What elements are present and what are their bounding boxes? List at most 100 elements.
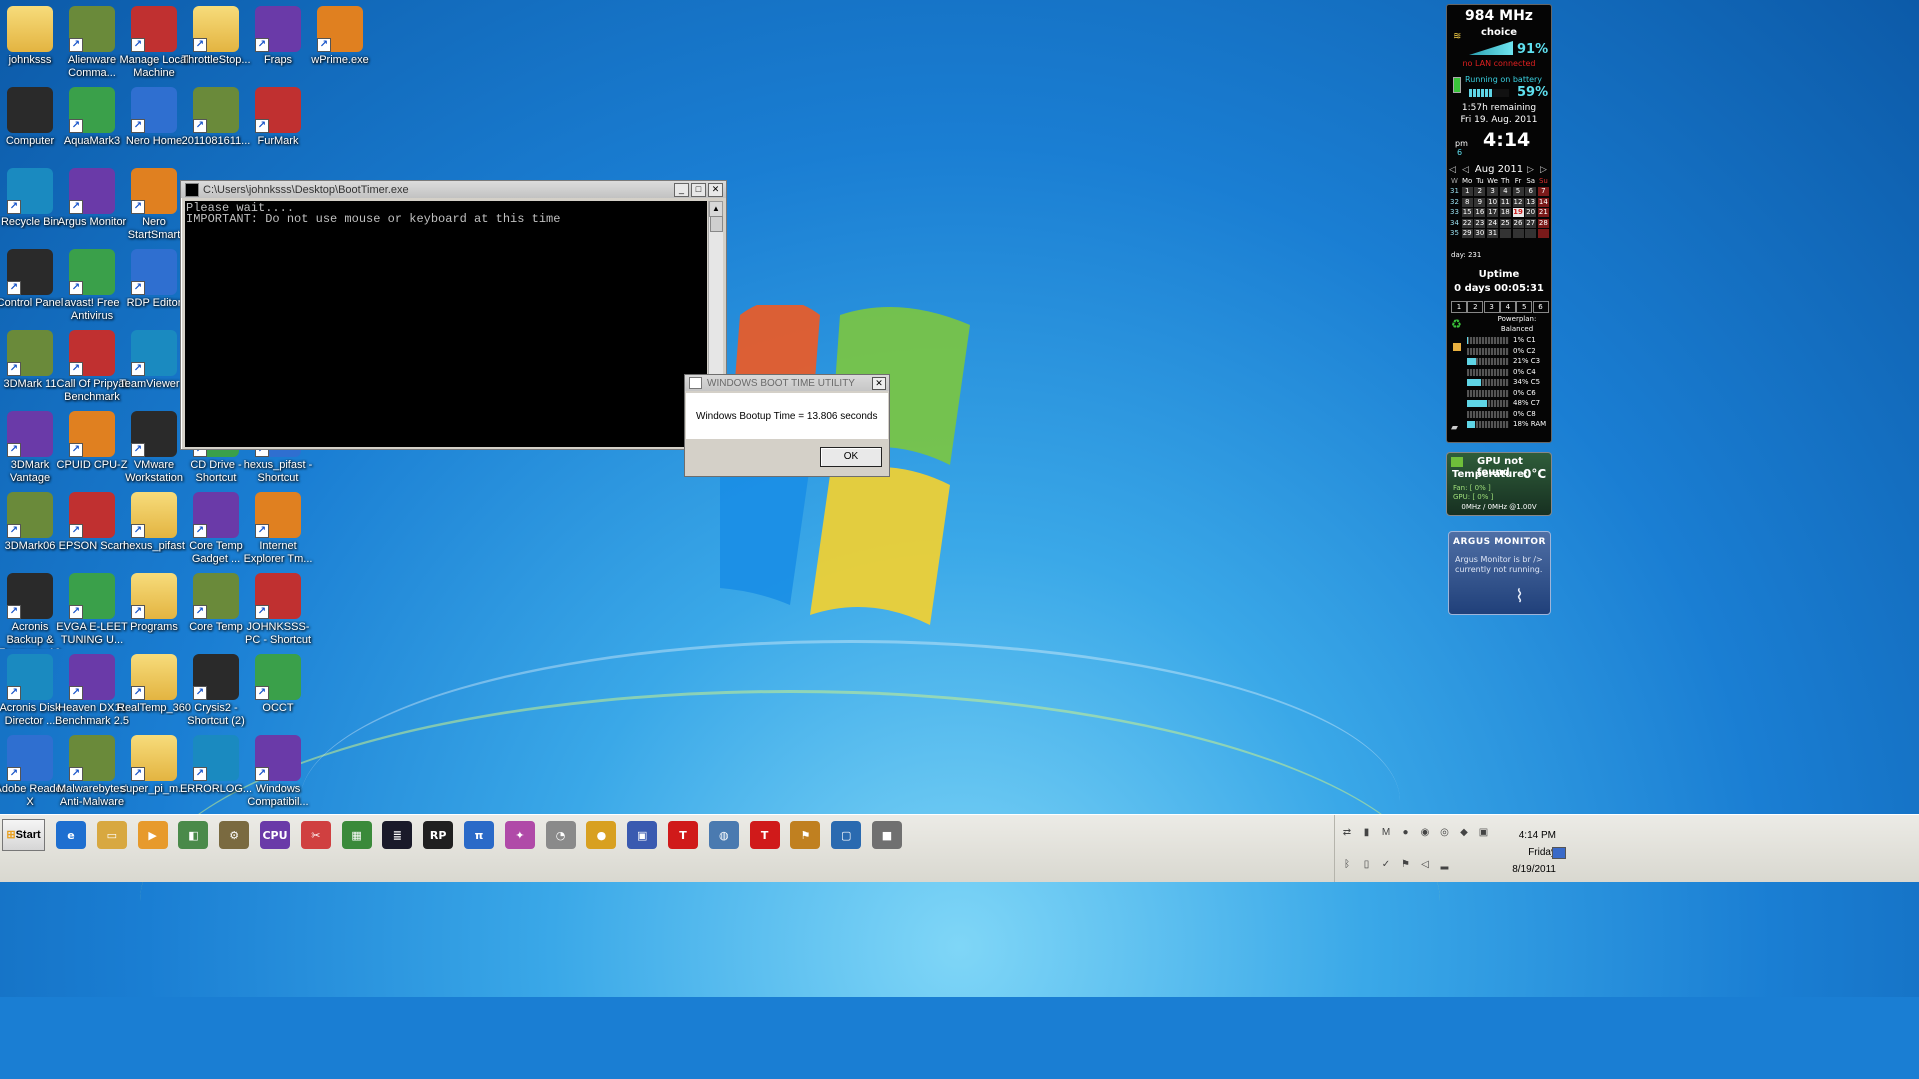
core-tab[interactable]: 4 <box>1499 301 1516 313</box>
adobe-reader-icon <box>7 735 53 781</box>
gpu-temp-label: Temperature: <box>1452 469 1528 480</box>
calendar-day <box>1512 229 1524 238</box>
gpu-tray-icon[interactable]: ◆ <box>1458 827 1470 839</box>
desktop-icon-network-computer[interactable]: JOHNKSSS-PC - Shortcut <box>240 569 316 647</box>
desktop-icon-furmark[interactable]: FurMark <box>240 83 316 148</box>
uptime-value: 0 days 00:05:31 <box>1454 283 1544 294</box>
calendar-weekday-header: We <box>1487 177 1498 185</box>
network-adapter-icon[interactable]: ⇄ <box>1341 827 1353 839</box>
checkmark-icon[interactable]: ✓ <box>1380 859 1392 871</box>
removable-device-icon[interactable]: ▯ <box>1361 859 1373 871</box>
nvidia-icon <box>1451 457 1463 467</box>
spreadsheet-icon[interactable]: ▦ <box>341 821 372 849</box>
internet-explorer-icon[interactable]: e <box>56 821 86 849</box>
calendar-weekday-header: W <box>1451 177 1458 185</box>
throttlestop-icon[interactable]: T <box>668 821 698 849</box>
battery-monitor-icon[interactable]: ▮ <box>1361 827 1373 839</box>
core-usage-label: 0% C8 <box>1513 409 1536 418</box>
argus-tray-icon[interactable]: ◎ <box>1439 827 1451 839</box>
super-pi-icon[interactable]: π <box>464 821 494 849</box>
console-output[interactable]: Please wait.... IMPORTANT: Do not use mou… <box>185 201 707 447</box>
bluetooth-icon[interactable]: ᛒ <box>1341 859 1353 871</box>
tools-icon[interactable]: ⚙ <box>219 821 250 849</box>
core-tab[interactable]: 1 <box>1451 301 1467 313</box>
calendar-next-month[interactable]: ▷ <box>1527 165 1534 175</box>
scroll-up-button[interactable]: ▲ <box>709 201 723 217</box>
chrome-icon[interactable]: ● <box>586 821 617 849</box>
ok-button[interactable]: OK <box>820 447 882 467</box>
maximize-button[interactable]: □ <box>691 183 706 197</box>
core-tab[interactable]: 6 <box>1532 301 1549 313</box>
powerplan-value: Balanced <box>1500 325 1534 333</box>
system-tool-icon[interactable]: ⚑ <box>790 821 821 849</box>
calendar-day: 20 <box>1525 208 1537 217</box>
folder-icon <box>131 492 177 538</box>
text-file-icon <box>193 735 239 781</box>
core-usage-label: 0% C6 <box>1513 388 1536 397</box>
battery-icon <box>1453 77 1461 93</box>
3dmark-vantage-icon <box>7 411 53 457</box>
start-button[interactable]: ⊞Start <box>2 819 45 851</box>
calendar-day: 29 <box>1461 229 1473 238</box>
current-time: 4:14 <box>1483 129 1531 151</box>
snipping-tool-icon[interactable]: ✂ <box>300 821 331 849</box>
core-tab[interactable]: 5 <box>1516 301 1533 313</box>
calendar-day: 28 <box>1537 218 1549 228</box>
core-tab[interactable]: 3 <box>1483 301 1500 313</box>
dialog-close-button[interactable]: ✕ <box>872 377 886 390</box>
calendar-day: 18 <box>1499 208 1511 217</box>
close-button[interactable]: ✕ <box>708 183 723 197</box>
gpu-clocks: 0MHz / 0MHz @1.00V <box>1461 503 1537 511</box>
desktop-icon-occt[interactable]: OCCT <box>240 650 316 715</box>
start-label: Start <box>15 829 41 841</box>
ram-icon: ▰ <box>1451 423 1458 433</box>
wprime-icon[interactable]: ✦ <box>504 821 535 849</box>
network-icon[interactable]: ▣ <box>627 821 658 849</box>
malwarebytes-tray-icon[interactable]: M <box>1380 827 1392 839</box>
calendar-next-year[interactable]: ▷ <box>1540 165 1547 175</box>
clock-icon[interactable]: ◔ <box>545 821 576 849</box>
teamviewer-icon <box>131 330 177 376</box>
calendar-day: 11 <box>1499 197 1511 207</box>
avast-icon <box>69 249 115 295</box>
console-window[interactable]: C:\Users\johnksss\Desktop\BootTimer.exe … <box>180 180 727 450</box>
throttlestop-2-icon[interactable]: T <box>749 821 780 849</box>
system-monitor-gadget[interactable]: 984 MHz choice ≋ 91% no LAN connected Ru… <box>1446 4 1552 443</box>
control-panel-icon <box>7 249 53 295</box>
boot-time-dialog[interactable]: WINDOWS BOOT TIME UTILITY ✕ Windows Boot… <box>684 374 890 477</box>
console-title-bar[interactable]: C:\Users\johnksss\Desktop\BootTimer.exe <box>181 181 726 198</box>
taskbar-clock[interactable]: 4:14 PM Friday 8/19/2011 <box>1486 827 1556 878</box>
flag-icon[interactable]: ⚑ <box>1400 859 1412 871</box>
volume-icon[interactable]: ◁ <box>1419 859 1431 871</box>
desktop-icon-chrome[interactable]: Windows Compatibil... <box>240 731 316 809</box>
avast-tray-icon[interactable]: ● <box>1400 827 1412 839</box>
gpu-load: GPU: [ 0% ] <box>1453 493 1494 501</box>
folder-icon <box>193 6 239 52</box>
console-icon[interactable]: ■ <box>872 821 902 849</box>
explorer-icon[interactable]: ◍ <box>708 821 739 849</box>
taskbar: ⊞Start e ▭ ▶ ◧ ⚙ CPU ✂ ▦ ≣ RP π ✦ ◔ ● ▣ T ◍ T ⚑ ▢ ■ ⇄ ▮ M ● ◉ ◎ ◆ ▣… <box>0 814 1919 882</box>
minimize-button[interactable]: _ <box>674 183 689 197</box>
calendar-week-number: 33 <box>1450 208 1459 216</box>
dialog-message: Windows Bootup Time = 13.806 seconds <box>696 411 878 422</box>
signal-icon[interactable]: ▂ <box>1439 859 1451 871</box>
gpu-monitor-gadget[interactable]: GPU not found Temperature: 0°C Fan: [ 0%… <box>1446 452 1552 516</box>
explorer-folder-icon[interactable]: ▭ <box>96 821 127 849</box>
rdp-icon[interactable]: ▢ <box>831 821 862 849</box>
core-tab[interactable]: 2 <box>1467 301 1484 313</box>
argus-monitor-gadget[interactable]: ARGUS MONITOR Argus Monitor is br /> cur… <box>1448 531 1551 615</box>
equalizer-icon[interactable]: ≣ <box>382 821 413 849</box>
speedfan-icon[interactable]: ◉ <box>1419 827 1431 839</box>
nero-home-icon <box>131 87 177 133</box>
chrome-icon <box>193 492 239 538</box>
dialog-title-bar[interactable]: WINDOWS BOOT TIME UTILITY <box>685 375 889 391</box>
media-player-icon[interactable]: ▶ <box>137 821 168 849</box>
scroll-thumb[interactable] <box>710 216 723 232</box>
show-desktop-icon[interactable] <box>1552 847 1566 859</box>
calendar-day: 31 <box>1487 229 1499 238</box>
desktop-icon-globe[interactable]: Internet Explorer Tm... <box>240 488 316 566</box>
cpuz-icon[interactable]: CPU <box>260 821 290 849</box>
rivatuner-icon[interactable]: RP <box>423 821 454 849</box>
disk-cleanup-icon[interactable]: ◧ <box>178 821 209 849</box>
desktop-icon-wprime[interactable]: wPrime.exe <box>302 2 378 67</box>
